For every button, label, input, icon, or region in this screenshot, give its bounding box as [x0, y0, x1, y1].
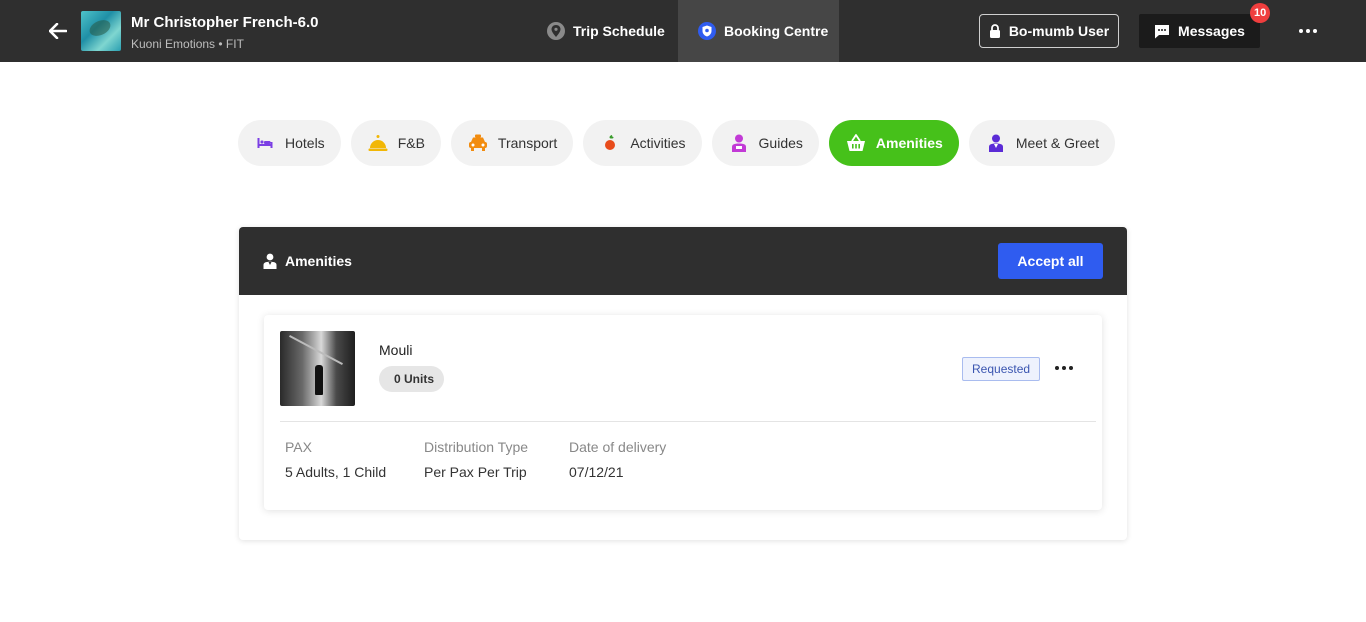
tab-booking-centre-label: Booking Centre [724, 23, 829, 39]
messages-button[interactable]: Messages [1139, 14, 1260, 48]
field-date-of-delivery: Date of delivery 07/12/21 [569, 439, 666, 480]
trip-subtitle: Kuoni Emotions • FIT [131, 37, 244, 51]
panel-header: Amenities Accept all [239, 227, 1127, 295]
category-fnb-label: F&B [397, 135, 425, 151]
messages-button-label: Messages [1178, 23, 1245, 39]
category-amenities[interactable]: Amenities [828, 120, 959, 166]
category-hotels-label: Hotels [285, 135, 325, 151]
amenity-image [280, 331, 355, 406]
taxi-icon [468, 133, 488, 153]
category-activities[interactable]: Activities [583, 120, 702, 166]
category-meet-greet-label: Meet & Greet [1015, 135, 1100, 151]
amenity-name: Mouli [379, 342, 413, 358]
accept-all-button[interactable]: Accept all [998, 243, 1103, 279]
more-dots-icon [1055, 366, 1059, 370]
card-more-options-button[interactable] [1052, 361, 1076, 375]
category-amenities-label: Amenities [875, 135, 943, 151]
lock-icon [989, 24, 1000, 38]
field-pax: PAX 5 Adults, 1 Child [285, 439, 386, 480]
units-badge: 0 Units [379, 366, 445, 392]
user-button[interactable]: Bo-mumb User [979, 14, 1119, 48]
bed-icon [255, 133, 275, 153]
more-options-button[interactable] [1296, 24, 1320, 38]
more-dots-icon [1299, 29, 1303, 33]
amenities-panel: Amenities Accept all Mouli 0 Units Reque… [239, 227, 1127, 540]
field-pax-value: 5 Adults, 1 Child [285, 464, 387, 480]
tab-booking-centre[interactable]: Booking Centre [678, 0, 839, 62]
category-activities-label: Activities [630, 135, 686, 151]
panel-title: Amenities [285, 253, 352, 269]
category-transport[interactable]: Transport [450, 120, 574, 166]
top-bar: Mr Christopher French-6.0 Kuoni Emotions… [0, 0, 1366, 62]
greeter-person-icon [986, 133, 1006, 153]
card-divider [280, 421, 1096, 422]
status-badge: Requested [962, 357, 1041, 381]
field-distribution-type-value: Per Pax Per Trip [424, 464, 527, 480]
person-icon [263, 253, 277, 269]
field-date-of-delivery-value: 07/12/21 [569, 464, 624, 480]
category-hotels[interactable]: Hotels [238, 120, 341, 166]
field-distribution-type-label: Distribution Type [424, 439, 529, 455]
arrow-left-icon [49, 23, 67, 39]
field-distribution-type: Distribution Type Per Pax Per Trip [424, 439, 528, 480]
category-meet-greet[interactable]: Meet & Greet [968, 120, 1116, 166]
field-date-of-delivery-label: Date of delivery [569, 439, 667, 455]
messages-count-badge: 10 [1250, 3, 1271, 23]
category-transport-label: Transport [497, 135, 558, 151]
tab-trip-schedule-label: Trip Schedule [573, 23, 665, 39]
trip-thumbnail [81, 11, 121, 51]
category-fnb[interactable]: F&B [350, 120, 441, 166]
chat-icon [1155, 24, 1170, 38]
category-tabs: Hotels F&B Transport Activities Guides A… [238, 120, 1116, 166]
location-pin-icon [547, 22, 565, 40]
amenity-card: Mouli 0 Units Requested PAX 5 Adults, 1 … [264, 315, 1102, 510]
service-bell-icon [368, 133, 388, 153]
user-button-label: Bo-mumb User [1008, 23, 1110, 39]
fruit-icon [600, 133, 620, 153]
shield-icon [698, 22, 716, 40]
field-pax-label: PAX [285, 439, 312, 455]
category-guides-label: Guides [758, 135, 803, 151]
trip-title: Mr Christopher French-6.0 [131, 14, 319, 31]
back-button[interactable] [44, 18, 72, 44]
basket-icon [846, 133, 866, 153]
tab-trip-schedule[interactable]: Trip Schedule [547, 0, 665, 62]
guide-person-icon [729, 133, 749, 153]
category-guides[interactable]: Guides [711, 120, 819, 166]
